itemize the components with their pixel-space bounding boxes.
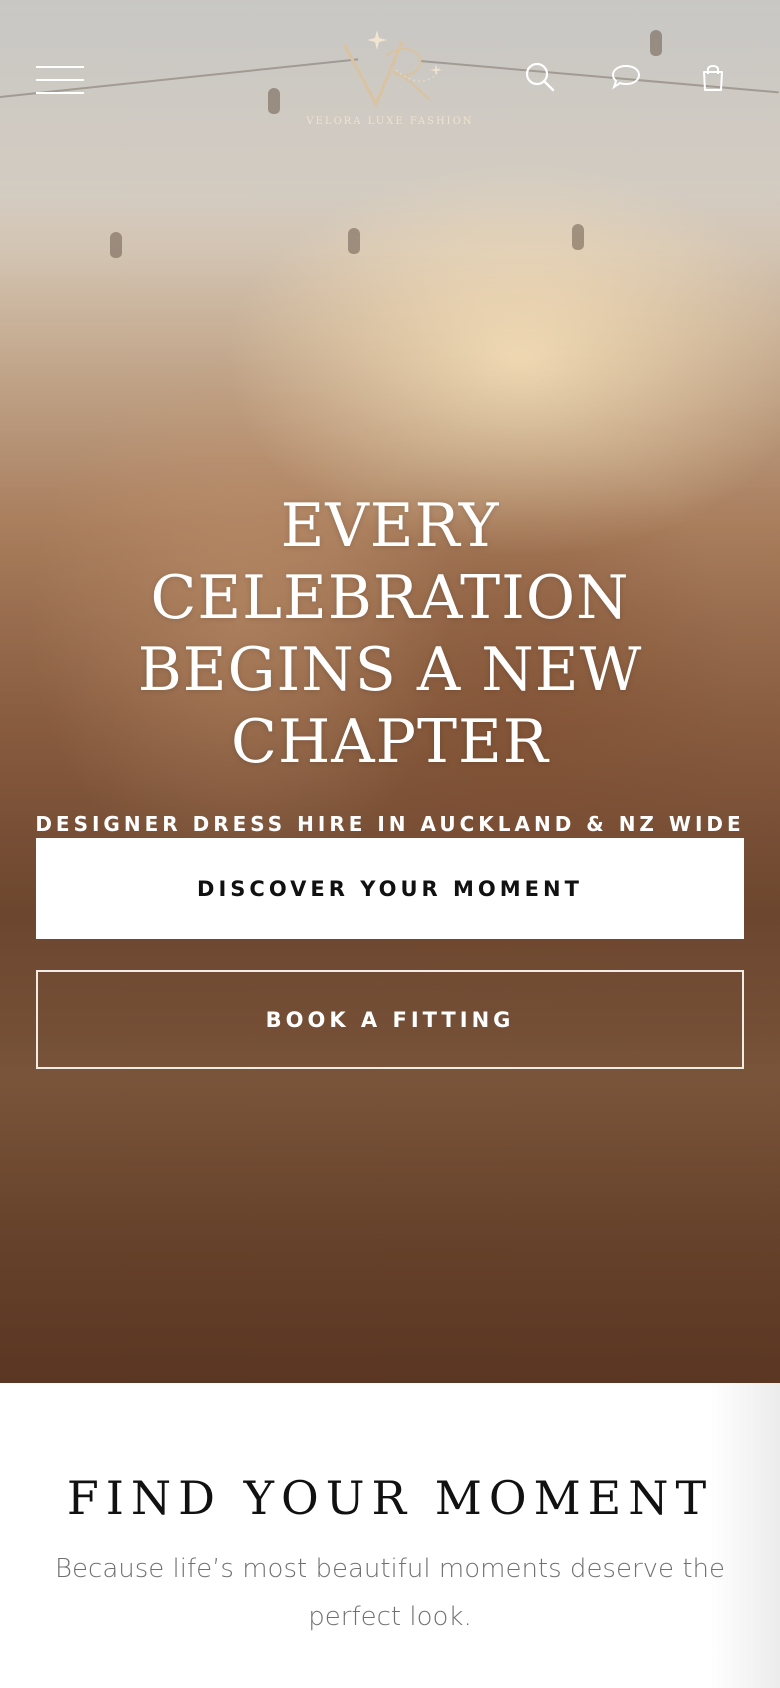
chat-bubble-icon[interactable] — [611, 62, 641, 92]
section-description: Because life’s most beautiful moments de… — [55, 1554, 725, 1632]
light-bulb — [348, 228, 360, 254]
shopping-bag-icon[interactable] — [698, 62, 728, 92]
brand-logo[interactable]: VELORA LUXE FASHION — [300, 26, 480, 130]
discover-your-moment-button[interactable]: DISCOVER YOUR MOMENT — [36, 838, 744, 939]
search-icon[interactable] — [525, 62, 555, 92]
logo-monogram — [342, 30, 442, 108]
find-your-moment-section: FIND YOUR MOMENT Because life’s most bea… — [0, 1383, 780, 1688]
light-bulb — [110, 232, 122, 258]
section-title: FIND YOUR MOMENT — [66, 1471, 714, 1525]
hero-content: EVERY CELEBRATION BEGINS A NEW CHAPTER D… — [0, 490, 780, 836]
hero-subtitle: DESIGNER DRESS HIRE IN AUCKLAND & NZ WID… — [35, 812, 745, 836]
brand-name: VELORA LUXE FASHION — [306, 116, 474, 127]
book-a-fitting-button[interactable]: BOOK A FITTING — [36, 970, 744, 1069]
hero-title: EVERY CELEBRATION BEGINS A NEW CHAPTER — [137, 491, 643, 777]
hamburger-menu-icon[interactable] — [36, 66, 84, 94]
top-navigation: VELORA LUXE FASHION — [0, 0, 780, 150]
light-bulb — [572, 224, 584, 250]
